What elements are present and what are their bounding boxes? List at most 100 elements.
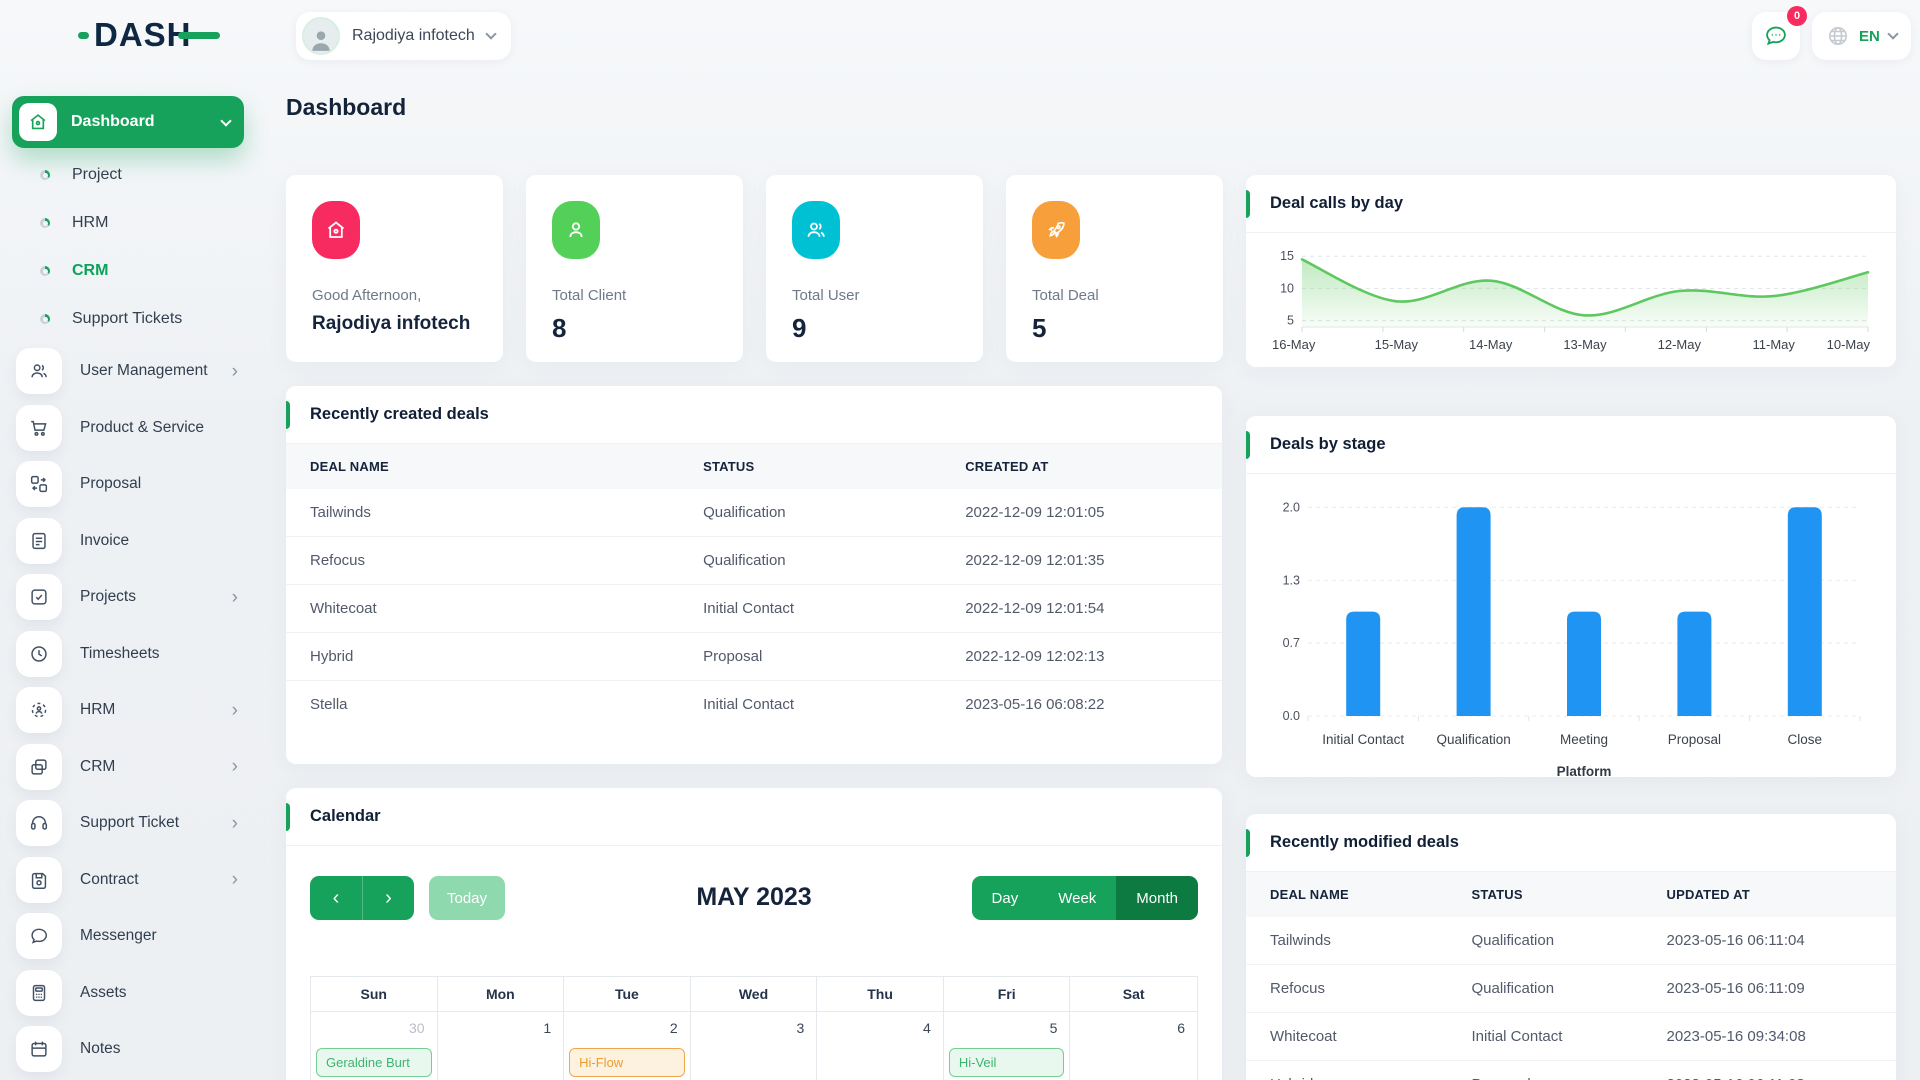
sidebar-item-label: Contract: [80, 870, 139, 888]
sidebar-item-contract[interactable]: Contract ›: [16, 856, 242, 903]
deal-name-cell: Stella: [286, 680, 680, 728]
calendar-day-cell: 1: [437, 1011, 565, 1080]
stat-label: Good Afternoon,: [312, 287, 422, 304]
sidebar-item-label: Product & Service: [80, 418, 205, 436]
sidebar-item-invoice[interactable]: Invoice: [16, 517, 242, 564]
sidebar-item-user-management[interactable]: User Management ›: [16, 348, 242, 394]
deal-calls-chart: 15 10 5 16-May 15-May 14-May 13-May 12-May 11-Ma…: [1246, 233, 1896, 366]
deal-calls-card: Deal calls by day 15 10 5 16-May 15-May 14-Ma…: [1246, 175, 1896, 367]
company-selector[interactable]: Rajodiya infotech: [296, 12, 511, 60]
sidebar-item-label: Support Ticket: [80, 814, 180, 831]
language-selector[interactable]: EN: [1812, 12, 1911, 60]
recently-modified-deals-table: DEAL NAME STATUS UPDATED AT Tailwinds Qua…: [1246, 872, 1896, 1080]
clock-icon: [16, 630, 62, 677]
calendar-day-cell: 6: [1070, 1011, 1197, 1080]
card-header: Recently created deals: [286, 386, 1222, 444]
card-header: Recently modified deals: [1246, 814, 1896, 872]
sidebar-item-label: Timesheets: [80, 644, 160, 662]
company-name: Rajodiya infotech: [352, 27, 475, 44]
calendar-view-week-button[interactable]: Week: [1038, 876, 1117, 920]
chevron-down-icon: [485, 28, 497, 40]
globe-icon: [1829, 27, 1847, 45]
svg-text:1.3: 1.3: [1283, 573, 1300, 587]
calendar-event[interactable]: Geraldine Burt: [316, 1048, 432, 1077]
sidebar-item-product-service[interactable]: Product & Service: [16, 404, 242, 451]
calendar-view-day-button[interactable]: Day: [971, 876, 1039, 920]
day-header: Thu: [817, 977, 944, 1011]
svg-text:Platform: Platform: [1557, 764, 1612, 777]
column-header: DEAL NAME: [286, 444, 680, 489]
date-number: 2: [669, 1020, 678, 1036]
headset-icon: [16, 800, 62, 846]
crm-icon: [16, 743, 62, 790]
sidebar-item-timesheets[interactable]: Timesheets: [16, 630, 242, 677]
sidebar-item-notes[interactable]: Notes: [16, 1026, 242, 1072]
calendar-day-cell: 30 Geraldine Burt: [311, 1011, 438, 1080]
created-at-cell: 2022-12-09 12:01:35: [941, 536, 1222, 585]
contract-icon: [16, 856, 62, 903]
sidebar-item-crm[interactable]: CRM ›: [16, 743, 242, 790]
deal-name-cell: Refocus: [286, 536, 680, 585]
sidebar-item-label: CRM: [80, 757, 116, 775]
deal-name-cell: Whitecoat: [1246, 1012, 1448, 1061]
stat-label: Total Client: [552, 287, 627, 304]
status-cell: Initial Contact: [679, 680, 942, 728]
sidebar-item-crm[interactable]: CRM: [12, 247, 244, 295]
status-cell: Initial Contact: [679, 584, 942, 633]
svg-text:12-May: 12-May: [1658, 337, 1702, 352]
sidebar-item-label: Proposal: [80, 475, 142, 492]
app-logo[interactable]: DASH: [78, 16, 220, 54]
messages-badge: 0: [1787, 6, 1807, 26]
sidebar-item-projects[interactable]: Projects ›: [16, 574, 242, 620]
messenger-icon: [16, 913, 62, 959]
sidebar-item-label: Support Tickets: [72, 310, 183, 327]
day-header: Wed: [691, 977, 818, 1011]
deal-name-cell: Whitecoat: [286, 584, 680, 633]
deals-by-stage-chart: 0.0 0.7 1.3 2.0 Initial Contact Qualification…: [1246, 474, 1896, 777]
page-title: Dashboard: [286, 94, 407, 120]
logo-text: DASH: [94, 16, 192, 53]
date-number: 5: [1049, 1020, 1058, 1036]
chevron-right-icon: ›: [231, 812, 238, 834]
svg-text:14-May: 14-May: [1469, 337, 1513, 352]
sidebar-item-support-tickets[interactable]: Support Tickets: [12, 295, 244, 343]
home-icon: [312, 201, 360, 259]
sidebar-item-dashboard[interactable]: Dashboard: [12, 96, 244, 148]
day-header: Fri: [944, 977, 1071, 1011]
created-at-cell: 2022-12-09 12:01:05: [965, 504, 1105, 521]
sidebar-item-hrm[interactable]: HRM ›: [16, 687, 242, 733]
stat-label: Total User: [792, 287, 860, 304]
sidebar-item-support-ticket[interactable]: Support Ticket ›: [16, 800, 242, 846]
sidebar-item-label: Messenger: [80, 927, 157, 944]
chevron-down-icon: [220, 114, 232, 127]
status-cell: Qualification: [1447, 964, 1643, 1013]
table-row: Stella Initial Contact 2023-05-16 06:08:22: [286, 680, 1222, 728]
sidebar-item-project[interactable]: Project: [12, 151, 244, 199]
card-title: Calendar: [310, 807, 381, 825]
sidebar-item-messenger[interactable]: Messenger: [16, 913, 242, 959]
card-header: Deals by stage: [1246, 416, 1896, 474]
sidebar-item-assets[interactable]: Assets: [16, 969, 242, 1016]
messages-button[interactable]: 0: [1752, 6, 1807, 60]
calendar-week-row: 30 Geraldine Burt 1 2 Hi-Flow 3 4 5 Hi-V…: [311, 1011, 1197, 1080]
chevron-down-icon: [1887, 28, 1899, 40]
calendar-day-cell: 3: [690, 1011, 818, 1080]
day-header: Sun: [311, 977, 438, 1011]
calendar-event[interactable]: Hi-Flow: [569, 1048, 685, 1077]
table-row: Refocus Qualification 2022-12-09 12:01:35: [286, 536, 1222, 585]
updated-at-cell: 2023-05-16 06:11:08: [1642, 1060, 1896, 1080]
notes-icon: [16, 1026, 62, 1072]
table-row: HybridProposal2023-05-16 06:11:08: [1246, 1060, 1896, 1080]
date-number: 4: [923, 1020, 931, 1036]
sidebar-item-label: User Management: [80, 362, 208, 379]
date-number: 1: [543, 1020, 552, 1036]
calendar-view-month-button[interactable]: Month: [1116, 876, 1198, 920]
sidebar-item-proposal[interactable]: Proposal: [16, 461, 242, 507]
table-row: Hybrid Proposal 2022-12-09 12:02:13: [286, 632, 1222, 681]
recently-modified-deals-card: Recently modified deals DEAL NAME STATUS…: [1246, 814, 1896, 1080]
rocket-icon: [1032, 201, 1080, 259]
sidebar-item-label: Notes: [80, 1040, 121, 1057]
sidebar-item-hrm[interactable]: HRM: [12, 199, 244, 247]
card-title: Recently modified deals: [1270, 833, 1459, 851]
calendar-event[interactable]: Hi-Veil: [948, 1048, 1065, 1077]
